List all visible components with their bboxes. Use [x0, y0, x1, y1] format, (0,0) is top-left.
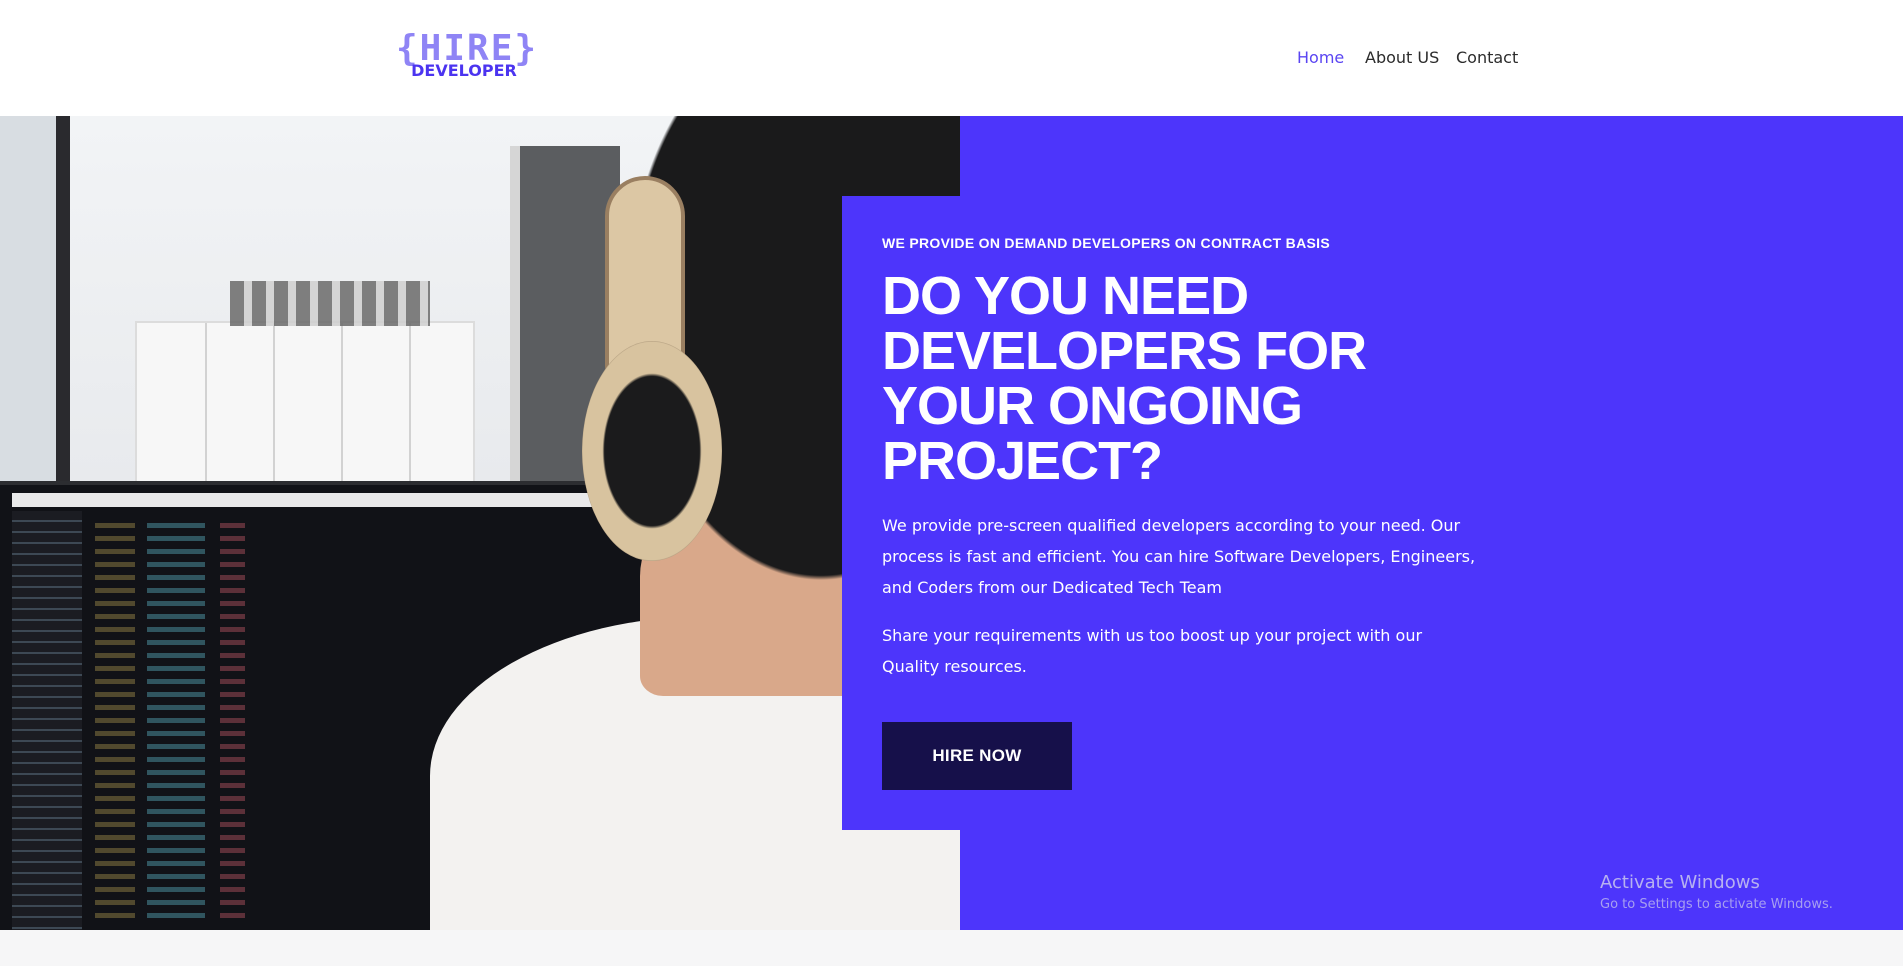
photo-window — [0, 116, 70, 516]
activate-windows-title: Activate Windows — [1600, 872, 1760, 893]
nav-contact[interactable]: Contact — [1456, 46, 1518, 70]
logo-developer-text: DEVELOPER — [411, 61, 517, 80]
site-header: {HIRE} DEVELOPER Home About US Contact — [0, 0, 1903, 116]
hero-photo — [0, 116, 960, 930]
nav-about-us[interactable]: About US — [1365, 46, 1439, 70]
hero-eyebrow: WE PROVIDE ON DEMAND DEVELOPERS ON CONTR… — [882, 235, 1330, 251]
editor-file-tree — [12, 511, 82, 930]
next-section-strip — [0, 930, 1903, 966]
activate-windows-subtitle: Go to Settings to activate Windows. — [1600, 897, 1833, 912]
hero-paragraph-2: Share your requirements with us too boos… — [882, 626, 1423, 676]
hero-content-card: WE PROVIDE ON DEMAND DEVELOPERS ON CONTR… — [842, 196, 1475, 830]
hero-paragraph-1: We provide pre-screen qualified develope… — [882, 516, 1476, 597]
hire-now-button[interactable]: HIRE NOW — [882, 722, 1072, 790]
headphones-icon — [582, 341, 722, 561]
shelf-items — [230, 281, 430, 326]
hero-headline: DO YOU NEED DEVELOPERS FOR YOUR ONGOING … — [882, 266, 1367, 491]
hero-section: WE PROVIDE ON DEMAND DEVELOPERS ON CONTR… — [0, 116, 1903, 930]
site-logo[interactable]: {HIRE} DEVELOPER — [396, 30, 536, 82]
nav-home[interactable]: Home — [1297, 46, 1344, 70]
